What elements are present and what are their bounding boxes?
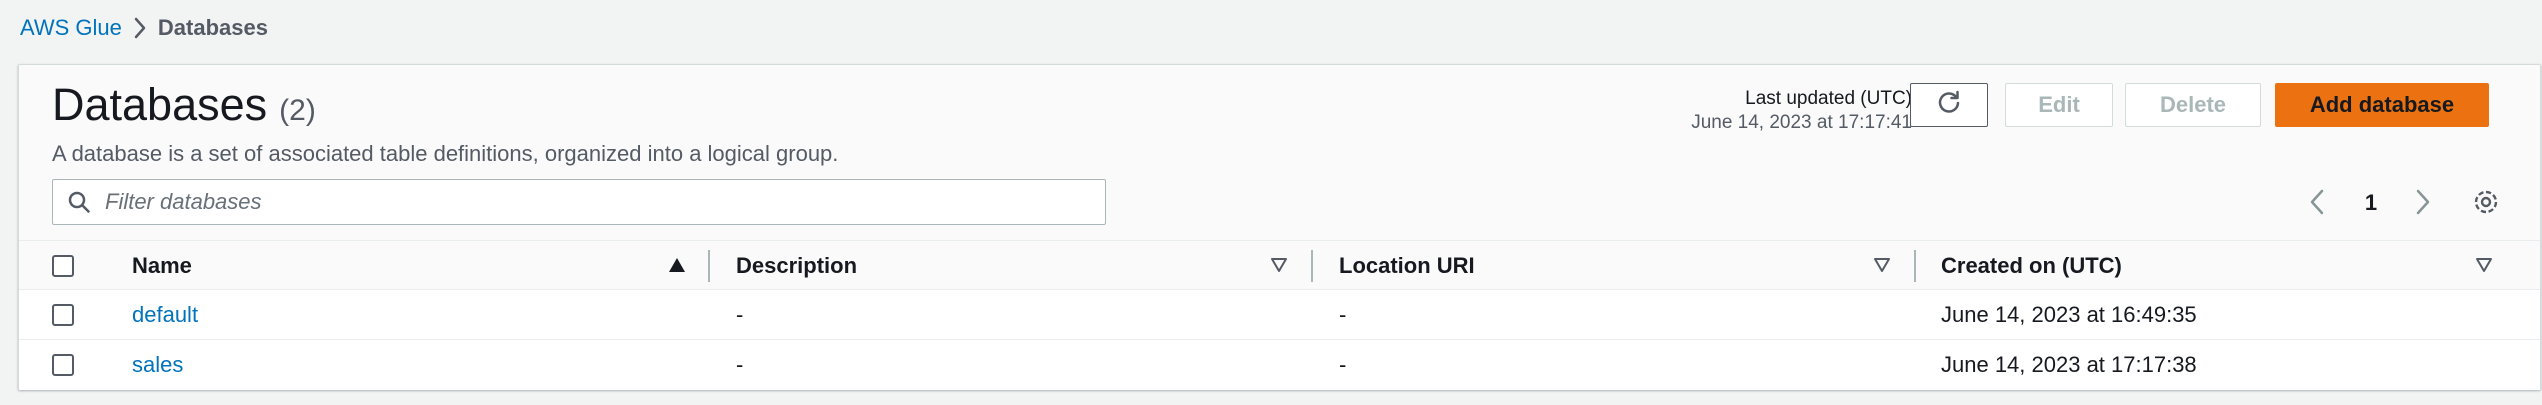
add-database-button[interactable]: Add database: [2275, 83, 2489, 127]
row-checkbox[interactable]: [52, 304, 74, 326]
column-header-name[interactable]: Name: [132, 241, 192, 291]
chevron-right-icon: [2415, 189, 2431, 218]
table-row: default - - June 14, 2023 at 16:49:35: [19, 290, 2540, 340]
database-name-link[interactable]: sales: [132, 340, 183, 390]
sort-icon[interactable]: [2472, 253, 2496, 277]
panel-header: Databases (2) A database is a set of ass…: [19, 65, 2540, 240]
database-description: -: [736, 352, 744, 377]
previous-page-button[interactable]: [2299, 183, 2335, 223]
sort-icon[interactable]: [1870, 253, 1894, 277]
chevron-left-icon: [2309, 189, 2325, 218]
column-header-created-on[interactable]: Created on (UTC): [1941, 241, 2122, 291]
database-location-uri: -: [1339, 352, 1347, 377]
database-created-on: June 14, 2023 at 16:49:35: [1941, 302, 2197, 327]
database-description: -: [736, 302, 744, 327]
search-icon: [53, 180, 105, 224]
database-name-link[interactable]: default: [132, 290, 198, 340]
edit-button[interactable]: Edit: [2005, 83, 2113, 127]
column-divider[interactable]: [1311, 250, 1313, 282]
filter-databases-input[interactable]: [105, 189, 1085, 215]
database-location-uri: -: [1339, 302, 1347, 327]
next-page-button[interactable]: [2405, 183, 2441, 223]
column-divider[interactable]: [708, 250, 710, 282]
filter-field: [52, 179, 1106, 225]
table-preferences-button[interactable]: [2465, 183, 2507, 223]
current-page-number[interactable]: 1: [2351, 183, 2391, 223]
sort-ascending-icon[interactable]: [665, 253, 689, 277]
sort-icon[interactable]: [1267, 253, 1291, 277]
refresh-button[interactable]: [1910, 83, 1988, 127]
breadcrumb-current: Databases: [157, 15, 268, 40]
column-header-location-uri[interactable]: Location URI: [1339, 241, 1475, 291]
gear-icon: [2472, 188, 2500, 219]
databases-panel: Databases (2) A database is a set of ass…: [18, 64, 2541, 390]
refresh-icon: [1936, 89, 1962, 121]
page-title-text: Databases: [52, 79, 268, 130]
breadcrumb: AWS Glue Databases: [20, 12, 268, 44]
table-row: sales - - June 14, 2023 at 17:17:38: [19, 340, 2540, 390]
column-divider[interactable]: [1914, 250, 1916, 282]
column-header-description[interactable]: Description: [736, 241, 857, 291]
row-checkbox[interactable]: [52, 354, 74, 376]
database-count: (2): [279, 94, 316, 127]
select-all-checkbox[interactable]: [52, 255, 74, 277]
chevron-right-icon: [122, 12, 158, 44]
page-title: Databases (2): [52, 79, 316, 139]
table-header-row: Name Description Location URI Created on…: [19, 240, 2540, 290]
last-updated-label: Last updated (UTC): [1745, 88, 1912, 109]
last-updated-value: June 14, 2023 at 17:17:41: [1691, 112, 1912, 133]
page-description: A database is a set of associated table …: [52, 141, 839, 166]
delete-button[interactable]: Delete: [2125, 83, 2261, 127]
database-created-on: June 14, 2023 at 17:17:38: [1941, 352, 2197, 377]
last-updated: Last updated (UTC) June 14, 2023 at 17:1…: [1691, 87, 1912, 135]
breadcrumb-aws-glue-link[interactable]: AWS Glue: [20, 15, 122, 41]
